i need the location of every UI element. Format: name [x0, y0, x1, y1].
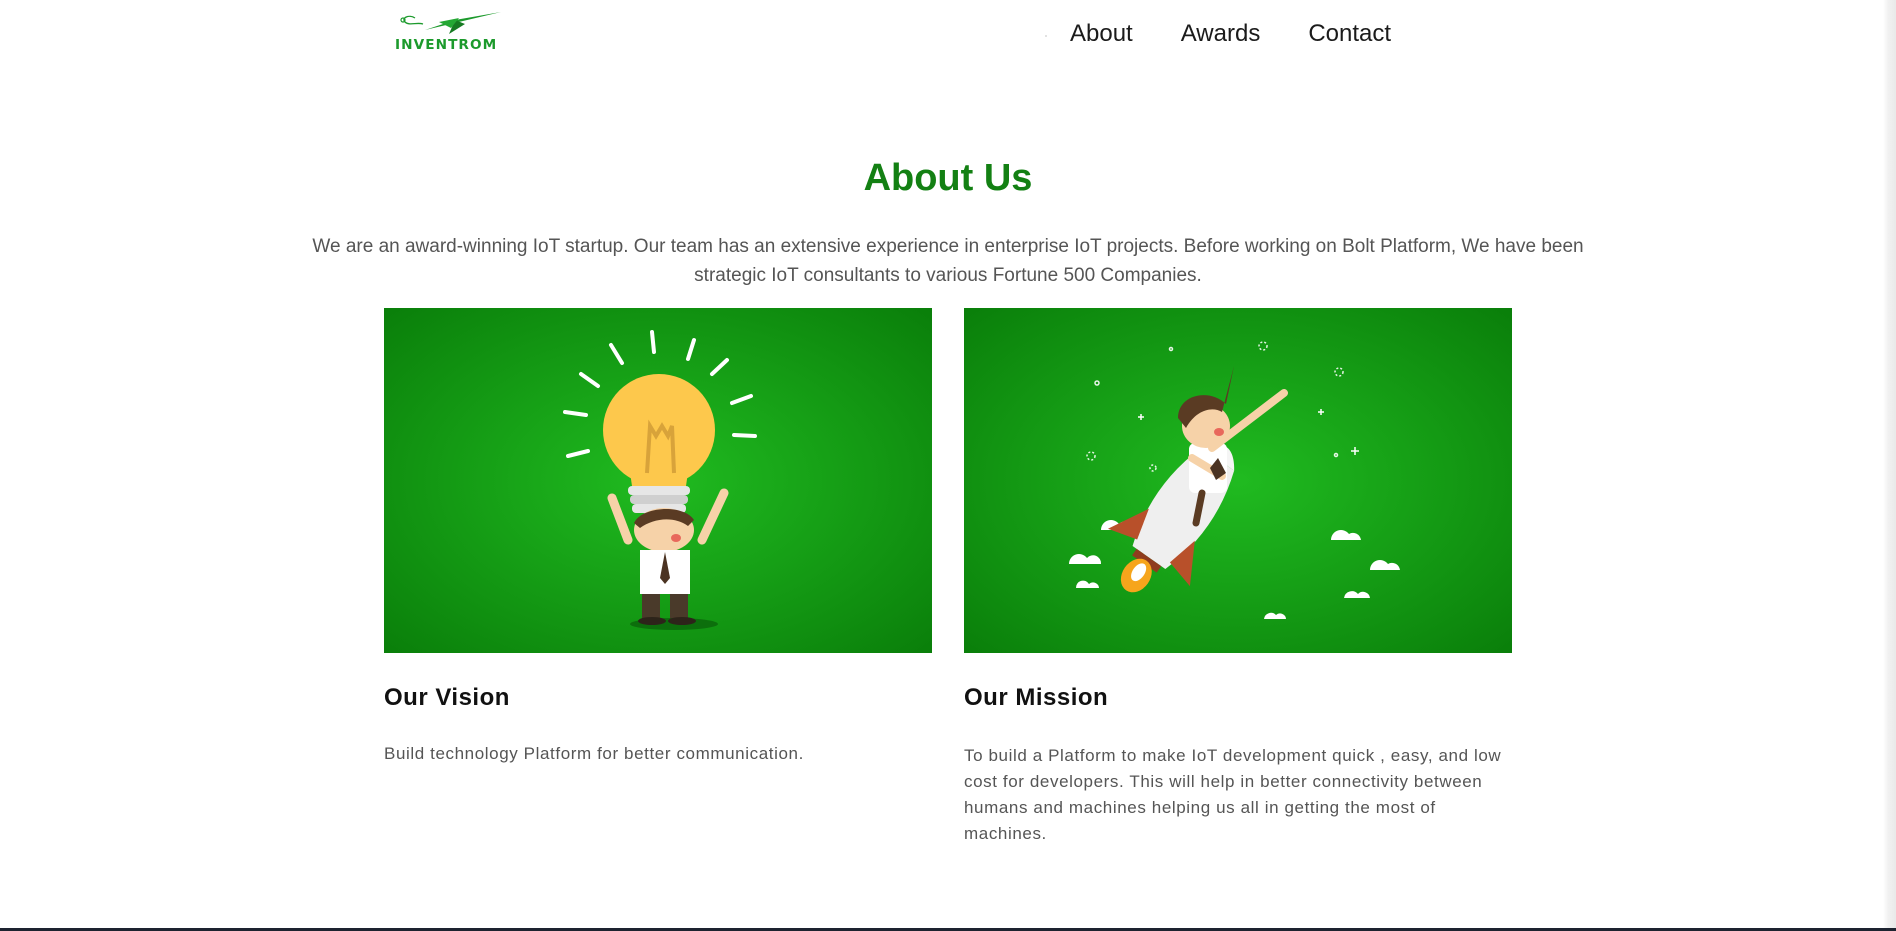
- mission-title: Our Mission: [964, 684, 1109, 711]
- vision-text: Build technology Platform for better com…: [384, 744, 804, 763]
- nav-contact-link[interactable]: Contact: [1308, 20, 1391, 48]
- page: INVENTROM About Awards Contact About Us …: [0, 0, 1896, 931]
- scrollbar-track[interactable]: [1883, 0, 1896, 931]
- vision-title: Our Vision: [384, 684, 510, 711]
- nav-divider-dot: [1045, 35, 1047, 37]
- nav-about-link[interactable]: About: [1070, 20, 1133, 48]
- nav-awards-link[interactable]: Awards: [1181, 20, 1261, 48]
- mission-text: To build a Platform to make IoT developm…: [964, 746, 1502, 843]
- vision-image: [384, 308, 932, 653]
- inventrom-logo[interactable]: INVENTROM: [393, 8, 525, 54]
- main-nav: About Awards Contact: [1070, 20, 1439, 48]
- about-description: We are an award-winning IoT startup. Our…: [312, 236, 1584, 286]
- mission-image: [964, 308, 1512, 653]
- rocket-man-illustration-icon: [964, 308, 1512, 653]
- lightbulb-man-illustration-icon: [384, 308, 932, 653]
- about-title: About Us: [863, 157, 1033, 199]
- logo-text: INVENTROM: [395, 38, 498, 53]
